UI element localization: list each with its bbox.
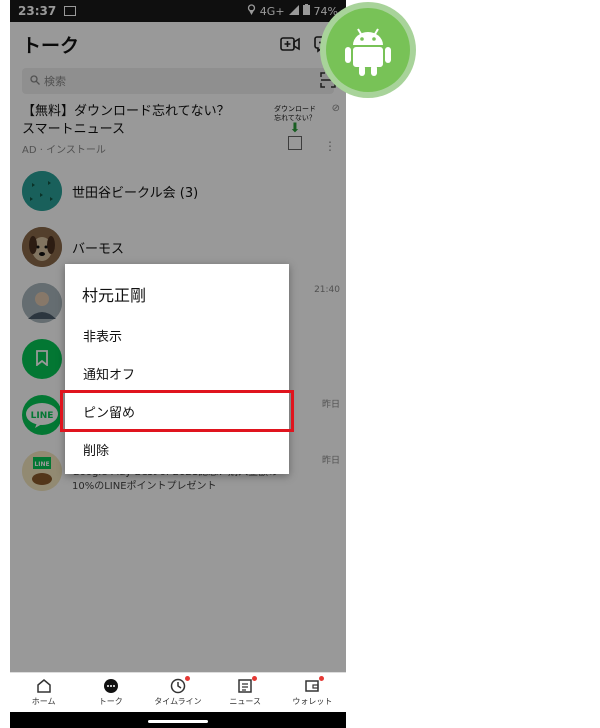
wallet-icon [304, 678, 320, 694]
menu-item-mute[interactable]: 通知オフ [65, 354, 289, 392]
nav-timeline[interactable]: タイムライン [148, 676, 208, 707]
bottom-nav: ホーム トーク タイムライン ニュース ウォレット [10, 672, 346, 712]
phone-screen: 23:37 4G+ 74% トーク 検索 【無料】ダウンロード忘れてない？ スマ… [10, 0, 346, 728]
notification-dot [184, 676, 190, 681]
nav-label: トーク [98, 697, 123, 706]
menu-item-delete[interactable]: 削除 [65, 430, 289, 468]
highlight-box [60, 390, 294, 432]
home-icon [36, 678, 52, 694]
nav-home[interactable]: ホーム [14, 678, 74, 707]
home-indicator[interactable] [148, 720, 208, 723]
android-badge [320, 2, 416, 98]
chat-icon [103, 678, 119, 694]
clock-icon [170, 678, 186, 694]
context-menu-dialog: 村元正剛 非表示 通知オフ ピン留め 削除 [65, 264, 289, 474]
nav-label: ウォレット [292, 697, 333, 706]
android-logo-icon [326, 8, 410, 92]
dialog-title: 村元正剛 [82, 286, 147, 305]
nav-wallet[interactable]: ウォレット [282, 676, 342, 707]
nav-label: タイムライン [154, 697, 202, 706]
notification-dot [252, 676, 258, 681]
nav-label: ホーム [31, 697, 56, 706]
nav-news[interactable]: ニュース [215, 676, 275, 707]
gesture-bar [10, 712, 346, 728]
nav-label: ニュース [229, 697, 261, 706]
menu-item-hide[interactable]: 非表示 [65, 316, 289, 354]
notification-dot [319, 676, 325, 681]
nav-talk[interactable]: トーク [81, 678, 141, 707]
news-icon [237, 678, 253, 694]
